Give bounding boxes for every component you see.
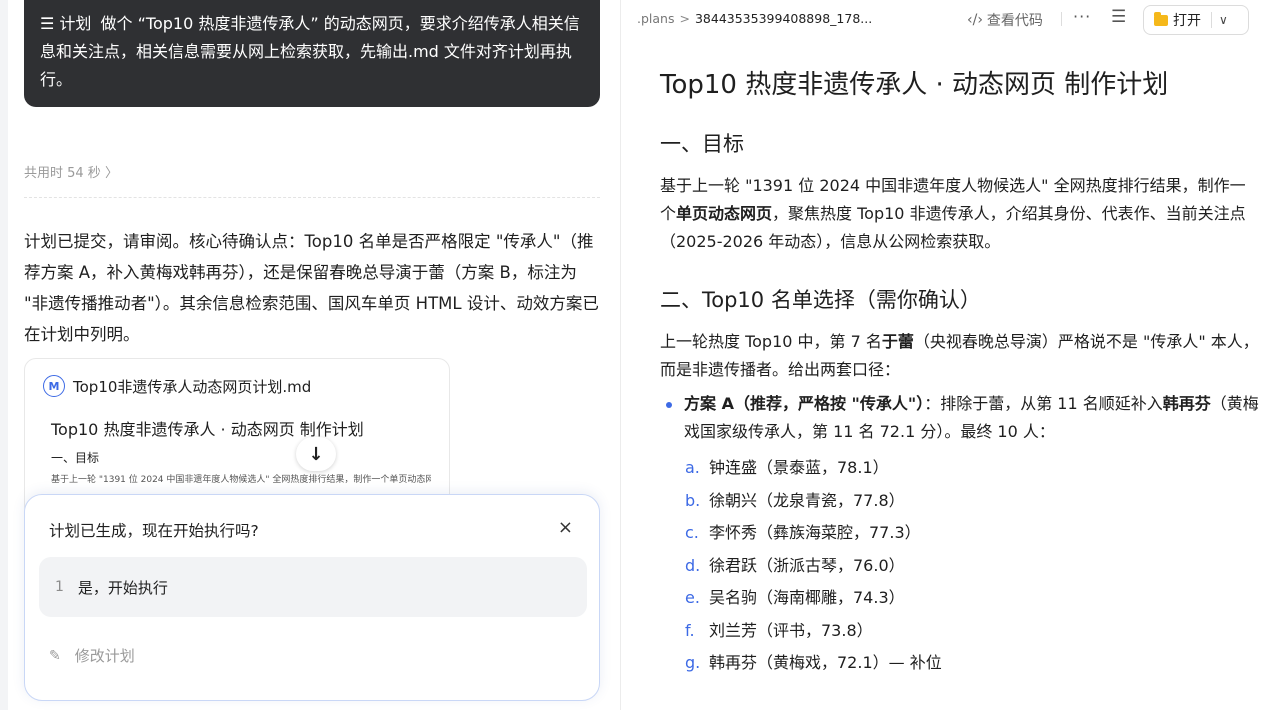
start-execution-option[interactable]: 1 是，开始执行 <box>39 557 587 617</box>
view-code-button[interactable]: ‹/› 查看代码 <box>967 10 1043 30</box>
list-text-bold: 于蕾 <box>881 332 914 351</box>
list-item: b. 徐朝兴（龙泉青瓷，77.8） <box>660 485 1260 518</box>
section-goal-text: 基于上一轮 "1391 位 2024 中国非遗年度人物候选人" 全网热度排行结果… <box>660 172 1260 256</box>
list-item-text: 徐君跃（浙派古琴，76.0） <box>709 555 905 575</box>
confirm-question: 计划已生成，现在开始执行吗? <box>49 522 259 540</box>
list-text-part: 上一轮热度 Top10 中，第 7 名 <box>660 332 882 351</box>
open-button[interactable]: 打开 ∨ <box>1143 5 1249 35</box>
plan-a-name: 韩再芬 <box>1162 394 1211 413</box>
list-item-label: f. <box>685 620 695 640</box>
list-item-label: b. <box>685 490 701 510</box>
list-item-text: 徐朝兴（龙泉青瓷，77.8） <box>709 490 905 510</box>
list-item-label: g. <box>685 653 701 672</box>
breadcrumb-separator: > <box>679 11 690 26</box>
list-item-text: 韩再芬（黄梅戏，72.1）— 补位 <box>709 653 942 672</box>
markdown-file-icon: M <box>43 375 65 397</box>
assistant-reply-text: 计划已提交，请审阅。核心待确认点：Top10 名单是否严格限定 "传承人"（推荐… <box>24 232 599 344</box>
code-icon: ‹/› <box>967 12 983 28</box>
folder-icon <box>1154 11 1168 26</box>
list-item-label: e. <box>685 588 700 607</box>
user-prompt-text: 做个 “Top10 热度非遗传承人” 的动态网页，要求介绍传承人相关信息和关注点… <box>40 14 580 89</box>
bullet-dot <box>666 402 672 408</box>
execute-confirm-dialog: 计划已生成，现在开始执行吗? × 1 是，开始执行 ✎ 修改计划 <box>24 494 600 701</box>
close-icon[interactable]: × <box>558 517 573 538</box>
chat-pane: ☰ 计划 做个 “Top10 热度非遗传承人” 的动态网页，要求介绍传承人相关信… <box>0 0 620 710</box>
list-item-label: a. <box>685 458 700 477</box>
list-item: e. 吴名驹（海南椰雕，74.3） <box>660 582 1260 615</box>
list-item: d. 徐君跃（浙派古琴，76.0） <box>660 550 1260 583</box>
edit-plan-label: 修改计划 <box>74 647 135 665</box>
file-preview-section: 一、目标 <box>51 451 100 465</box>
plan-tag: ☰ 计划 <box>40 14 92 33</box>
file-card-header: M Top10非遗传承人动态网页计划.md <box>43 375 311 397</box>
file-preview-snippet: 基于上一轮 "1391 位 2024 中国非遗年度人物候选人" 全网热度排行结果… <box>51 475 431 485</box>
scroll-down-button[interactable]: ↓ <box>296 437 336 471</box>
section-goal-heading: 一、目标 <box>660 132 744 156</box>
option-label: 是，开始执行 <box>77 578 168 597</box>
breadcrumb-file[interactable]: 38443535399408898_178... <box>695 11 872 26</box>
option-number: 1 <box>55 579 64 595</box>
dashed-divider <box>24 197 600 198</box>
list-item-label: d. <box>685 555 701 575</box>
plan-a-title: 方案 A（推荐，严格按 "传承人"） <box>684 394 925 413</box>
list-item-text: 李怀秀（彝族海菜腔，77.3） <box>709 523 921 542</box>
document-viewer: .plans >38443535399408898_178... ‹/› 查看代码… <box>621 0 1265 710</box>
chevron-down-icon[interactable]: ∨ <box>1219 13 1228 27</box>
list-item-label: c. <box>685 523 699 542</box>
file-name: Top10非遗传承人动态网页计划.md <box>73 377 312 396</box>
toolbar-separator <box>1061 12 1062 26</box>
viewer-toolbar: .plans >38443535399408898_178... ‹/› 查看代码… <box>621 0 1265 40</box>
breadcrumb: .plans >38443535399408898_178... <box>637 11 872 26</box>
section-list-text: 上一轮热度 Top10 中，第 7 名于蕾（央视春晚总导演）严格说不是 "传承人… <box>660 328 1260 384</box>
section-list-heading: 二、Top10 名单选择（需你确认） <box>660 288 981 312</box>
goal-text-bold: 单页动态网页 <box>676 204 773 223</box>
plan-a-list: a. 钟连盛（景泰蓝，78.1） b. 徐朝兴（龙泉青瓷，77.8） c. 李怀秀（彝… <box>660 452 1260 680</box>
open-button-separator <box>1211 12 1212 28</box>
plan-a-text: ：排除于蕾，从第 11 名顺延补入 <box>924 394 1163 413</box>
thinking-duration-toggle[interactable]: 共用时 54 秒 〉 <box>24 162 118 181</box>
list-item: a. 钟连盛（景泰蓝，78.1） <box>660 452 1260 485</box>
open-label: 打开 <box>1173 13 1201 29</box>
breadcrumb-root[interactable]: .plans <box>637 11 674 26</box>
list-item: c. 李怀秀（彝族海菜腔，77.3） <box>660 517 1260 550</box>
markdown-document: Top10 热度非遗传承人 · 动态网页 制作计划 一、目标 基于上一轮 "13… <box>660 66 1260 680</box>
list-item-text: 刘兰芳（评书，73.8） <box>709 620 873 640</box>
pencil-icon: ✎ <box>49 647 61 664</box>
more-icon[interactable]: ··· <box>1073 7 1091 26</box>
plan-a-bullet: 方案 A（推荐，严格按 "传承人"）：排除于蕾，从第 11 名顺延补入韩再芬（黄… <box>660 390 1260 446</box>
user-message-bubble: ☰ 计划 做个 “Top10 热度非遗传承人” 的动态网页，要求介绍传承人相关信… <box>24 0 600 107</box>
list-item: f. 刘兰芳（评书，73.8） <box>660 615 1260 648</box>
doc-title: Top10 热度非遗传承人 · 动态网页 制作计划 <box>660 70 1169 100</box>
view-code-label: 查看代码 <box>986 13 1043 29</box>
menu-icon[interactable]: ☰ <box>1111 7 1126 27</box>
list-item: g. 韩再芬（黄梅戏，72.1）— 补位 <box>660 647 1260 680</box>
list-item-text: 钟连盛（景泰蓝，78.1） <box>709 458 889 477</box>
list-item-text: 吴名驹（海南椰雕，74.3） <box>709 588 905 607</box>
edit-plan-option[interactable]: ✎ 修改计划 <box>49 645 135 666</box>
left-edge-strip <box>0 0 8 710</box>
